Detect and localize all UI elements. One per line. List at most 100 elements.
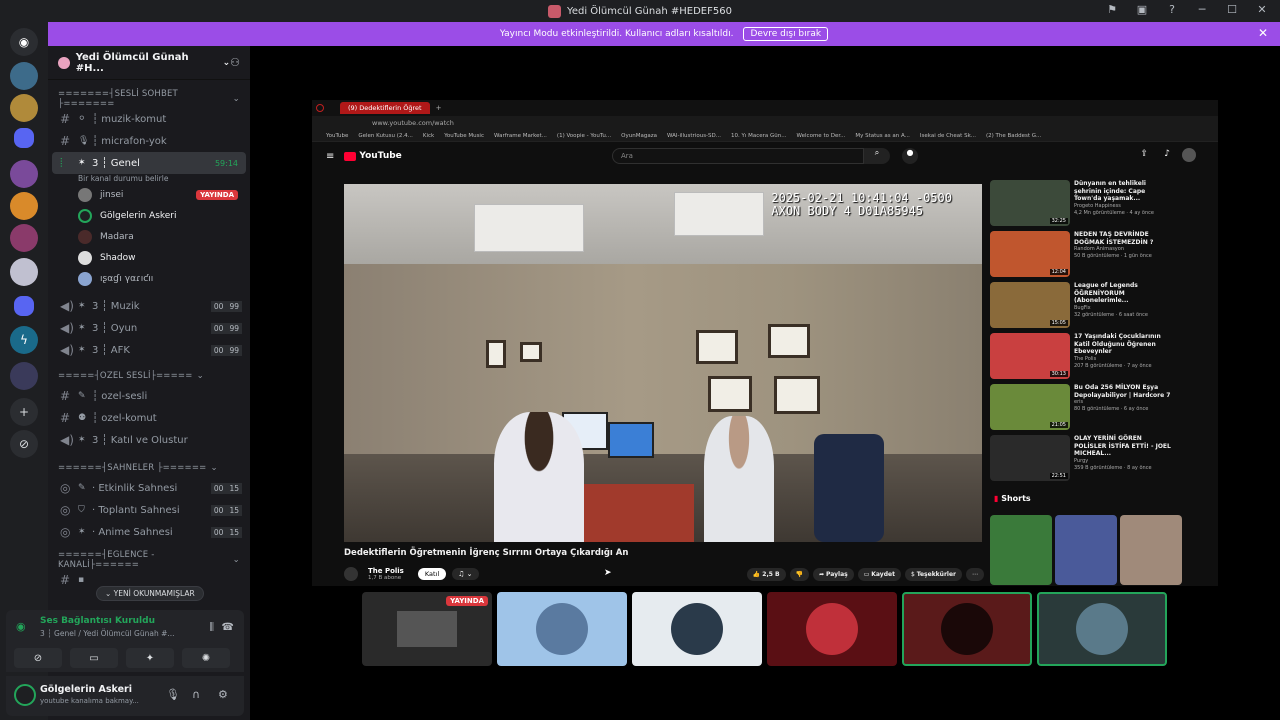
new-tab-icon[interactable]: + <box>436 104 442 112</box>
mic-icon[interactable]: ● <box>902 148 918 164</box>
channel-status[interactable]: Bir kanal durumu belirle <box>48 174 250 184</box>
participant-tile[interactable] <box>632 592 762 666</box>
subscribe-bell-button[interactable]: ♫ ⌄ <box>452 568 479 580</box>
participant-tile-speaking[interactable] <box>1037 592 1167 666</box>
join-button[interactable]: Katıl <box>417 568 447 580</box>
rec-title[interactable]: 17 Yaşındaki Çocuklarının Katil Olduğunu… <box>1074 333 1174 356</box>
rec-channel[interactable]: Progeto Happiness <box>1074 203 1174 210</box>
category-ozel[interactable]: =====┤OZEL SESLİ├===== ⌄ <box>48 367 250 385</box>
voice-user-madara[interactable]: Madara <box>48 226 250 247</box>
server-icon-4[interactable] <box>10 192 38 220</box>
rec-item[interactable]: 15:05 League of Legends ÖĞRENİYORUM (Abo… <box>990 282 1190 333</box>
invite-icon[interactable]: ⚇ <box>230 56 240 69</box>
bookmark[interactable]: Gelen Kutusu (2.4... <box>358 133 413 139</box>
discord-home-icon[interactable]: ◉ <box>10 28 38 56</box>
help-icon[interactable]: ? <box>1164 3 1180 16</box>
channel-avatar[interactable] <box>344 567 358 581</box>
server-icon-5[interactable] <box>10 224 38 252</box>
channel-micrafon-yok[interactable]: # 🎙 ┆ micrafon-yok <box>48 130 250 152</box>
voice-channel-label[interactable]: 3 ┆ Genel / Yedi Ölümcül Günah #... <box>40 629 175 638</box>
bookmark[interactable]: Isekai de Cheat Sk... <box>920 133 976 139</box>
bookmark[interactable]: OyunMagaza <box>621 133 657 139</box>
rec-channel[interactable]: BugFix <box>1074 305 1174 312</box>
search-input[interactable]: Ara <box>612 148 864 164</box>
bookmark[interactable]: 10. Yı Macera Gün... <box>731 133 787 139</box>
rec-thumbnail[interactable]: 21:05 <box>990 384 1070 430</box>
youtube-logo[interactable]: YouTube <box>344 151 402 161</box>
rec-thumbnail[interactable]: 22:51 <box>990 435 1070 481</box>
upload-icon[interactable]: ⇪ <box>1140 149 1148 159</box>
rec-item[interactable]: 12:04 NEDEN TAŞ DEVRİNDE DOĞMAK İSTEMEZD… <box>990 231 1190 282</box>
rec-thumbnail[interactable]: 15:05 <box>990 282 1070 328</box>
close-banner-icon[interactable]: ✕ <box>1258 26 1268 40</box>
search-icon[interactable]: ⌕ <box>864 148 890 164</box>
dislike-button[interactable]: 👎 <box>789 567 810 581</box>
rec-title[interactable]: OLAY YERİNİ GÖREN POLİSLER İSTİFA ETTİ! … <box>1074 435 1174 458</box>
account-avatar[interactable] <box>1182 148 1196 162</box>
avatar[interactable] <box>14 684 36 706</box>
rec-item[interactable]: 32:25 Dünyanın en tehlikeli şehrinin içi… <box>990 180 1190 231</box>
channel-genel-active[interactable]: ⦙ ✶ 3 ┆ Genel 59:14 <box>52 152 246 174</box>
stage-anime[interactable]: ◎ ✶ · Anime Sahnesi 00 15 <box>48 521 250 543</box>
user-name[interactable]: Gölgelerin Askeri <box>40 684 132 695</box>
voice-user-jinsei[interactable]: jinsei YAYINDA <box>48 184 250 205</box>
rec-channel[interactable]: eris <box>1074 399 1174 406</box>
channel-oyun[interactable]: ◀) ✶ 3 ┆ Oyun 00 99 <box>48 317 250 339</box>
short-thumbnail[interactable] <box>990 515 1052 585</box>
noise-suppression-icon[interactable]: ⫼ <box>209 622 214 633</box>
folder-icon[interactable] <box>14 128 34 148</box>
microphone-icon[interactable]: 🎙 <box>166 688 180 701</box>
channel-ozel-komut[interactable]: # ⚉ ┆ ozel-komut <box>48 407 250 429</box>
rec-channel[interactable]: The Polis <box>1074 356 1174 363</box>
rec-thumbnail[interactable]: 32:25 <box>990 180 1070 226</box>
disconnect-icon[interactable]: ☎ <box>222 622 234 633</box>
signal-icon[interactable]: ◉ <box>16 620 26 633</box>
short-thumbnail[interactable] <box>1120 515 1182 585</box>
server-icon-1[interactable] <box>10 62 38 90</box>
browser-tab[interactable]: (9) Dedektiflerin Öğret <box>340 102 430 114</box>
bookmark[interactable]: WAI-illustrious-SD... <box>667 133 721 139</box>
screen-share-button[interactable]: ▭ <box>70 648 118 668</box>
rec-channel[interactable]: Random Animasyon <box>1074 246 1174 253</box>
bookmark[interactable]: Welcome to Der... <box>797 133 846 139</box>
channel-ozel-sesli[interactable]: # ✎ ┆ ozel-sesli <box>48 385 250 407</box>
server-icon-7[interactable]: ϟ <box>10 326 38 354</box>
rec-thumbnail[interactable]: 12:04 <box>990 231 1070 277</box>
participant-tile-speaking[interactable] <box>902 592 1032 666</box>
rec-thumbnail[interactable]: 30:13 <box>990 333 1070 379</box>
rec-item[interactable]: 22:51 OLAY YERİNİ GÖREN POLİSLER İSTİFA … <box>990 435 1190 486</box>
voice-user-shadow[interactable]: Shadow <box>48 247 250 268</box>
rec-title[interactable]: Bu Oda 256 MİLYON Eşya Depolayabiliyor |… <box>1074 384 1174 399</box>
camera-off-button[interactable]: ⊘ <box>14 648 62 668</box>
voice-user-golgelerin[interactable]: Gölgelerin Askeri <box>48 205 250 226</box>
channel-name[interactable]: The Polis <box>368 567 404 575</box>
server-header[interactable]: Yedi Ölümcül Günah #H... ⌄ ⚇ <box>48 46 250 80</box>
new-unreads-pill[interactable]: ⌄ YENİ OKUNMAMIŞLAR <box>96 586 204 601</box>
channel-katil[interactable]: ◀) ✶ 3 ┆ Katıl ve Olustur <box>48 429 250 451</box>
bookmark[interactable]: YouTube Music <box>444 133 484 139</box>
stage-etkinlik[interactable]: ◎ ✎ · Etkinlik Sahnesi 00 15 <box>48 477 250 499</box>
maximize-button[interactable]: ☐ <box>1224 3 1240 16</box>
minimize-button[interactable]: ─ <box>1194 3 1210 16</box>
channel-muzik-komut[interactable]: # ⚪ ┆ muzik-komut <box>48 108 250 130</box>
folder-icon-2[interactable] <box>14 296 34 316</box>
menu-icon[interactable]: ≡ <box>326 151 334 162</box>
headphones-icon[interactable]: ∩ <box>192 688 200 701</box>
rec-channel[interactable]: Purgy <box>1074 458 1174 465</box>
thanks-button[interactable]: $ Teşekkürler <box>904 567 962 581</box>
bookmark[interactable]: YouTube <box>326 133 348 139</box>
disable-streamer-mode-button[interactable]: Devre dışı bırak <box>743 27 829 41</box>
like-button[interactable]: 👍 2,5 B <box>746 567 786 581</box>
bookmark[interactable]: Warframe Market... <box>494 133 547 139</box>
rec-title[interactable]: NEDEN TAŞ DEVRİNDE DOĞMAK İSTEMEZDİN ? <box>1074 231 1174 246</box>
close-button[interactable]: ✕ <box>1254 3 1270 16</box>
rec-title[interactable]: Dünyanın en tehlikeli şehrinin içinde: C… <box>1074 180 1174 203</box>
server-icon-3[interactable] <box>10 160 38 188</box>
server-icon-2[interactable] <box>10 94 38 122</box>
channel-afk[interactable]: ◀) ✶ 3 ┆ AFK 00 99 <box>48 339 250 361</box>
participant-tile[interactable] <box>767 592 897 666</box>
monitor-icon[interactable]: ▣ <box>1134 3 1150 16</box>
add-server-icon[interactable]: + <box>10 398 38 426</box>
settings-icon[interactable]: ⚙ <box>218 688 228 701</box>
rec-title[interactable]: League of Legends ÖĞRENİYORUM (Aboneleri… <box>1074 282 1174 305</box>
